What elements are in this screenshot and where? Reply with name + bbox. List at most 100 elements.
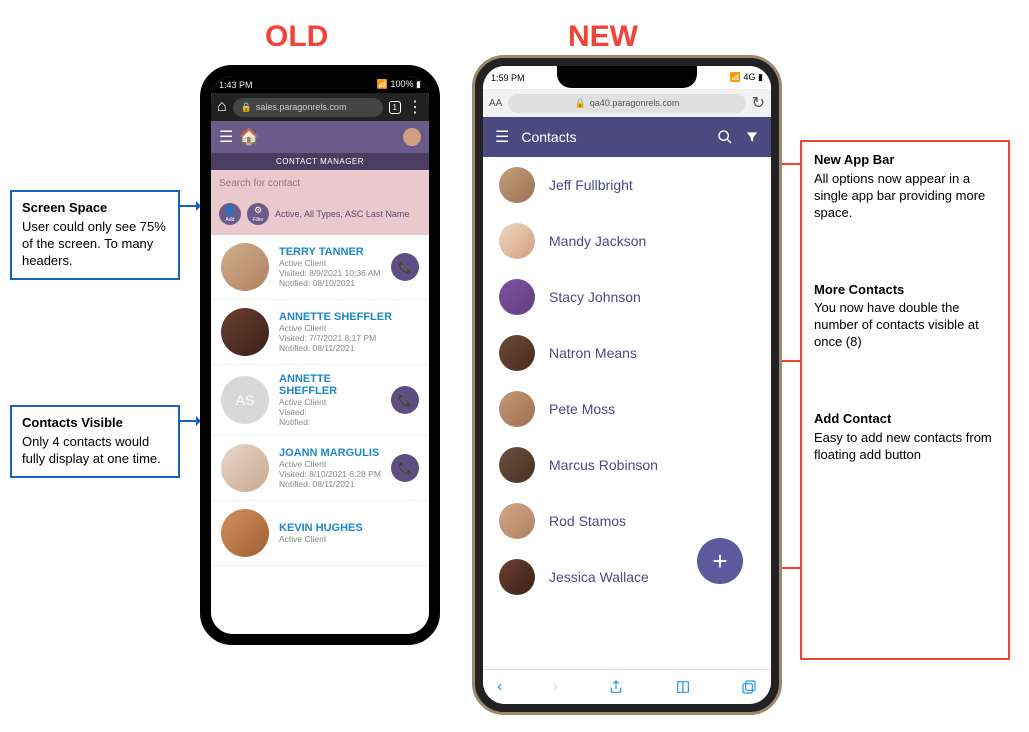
safari-toolbar: ‹ ›	[483, 669, 771, 704]
annotation-add-contact: Add Contact Easy to add new contacts fro…	[814, 411, 996, 464]
hamburger-icon[interactable]: ☰	[495, 127, 509, 147]
bookmarks-icon[interactable]	[675, 679, 691, 695]
phone-icon: 📞	[398, 393, 413, 407]
refresh-icon[interactable]: ↻	[752, 93, 765, 113]
avatar-icon	[499, 279, 535, 315]
text-size-button[interactable]: AA	[489, 98, 502, 109]
contact-row[interactable]: Marcus Robinson	[483, 437, 771, 493]
contact-name: Natron Means	[549, 345, 637, 361]
new-phone-screen: 1:59 PM 📶 4G ▮ AA 🔒 qa40.paragonrels.com…	[483, 66, 771, 704]
avatar-icon	[221, 308, 269, 356]
status-bar: 1:43 PM 📶 100% ▮	[211, 76, 429, 93]
contact-name: Jessica Wallace	[549, 569, 649, 585]
contact-row[interactable]: KEVIN HUGHES Active Client	[211, 501, 429, 566]
phone-icon: 📞	[398, 260, 413, 274]
back-icon[interactable]: ‹	[497, 678, 502, 696]
contact-status: Active Client	[279, 459, 381, 469]
contact-row[interactable]: Mandy Jackson	[483, 213, 771, 269]
contact-name: Stacy Johnson	[549, 289, 641, 305]
add-icon[interactable]: 👤Add	[219, 203, 241, 225]
filter-label: Filter	[252, 217, 263, 223]
filter-icon[interactable]	[745, 130, 759, 144]
call-button[interactable]: 📞	[391, 454, 419, 482]
annotation-title: Screen Space	[22, 200, 168, 217]
contact-name: Mandy Jackson	[549, 233, 646, 249]
status-time: 1:43 PM	[219, 80, 253, 90]
annotation-title: New App Bar	[814, 152, 996, 169]
home-browser-icon[interactable]: ⌂	[217, 98, 227, 116]
contact-visited: Visited: 8/10/2021 6:28 PM	[279, 469, 381, 479]
contact-row[interactable]: Natron Means	[483, 325, 771, 381]
heading-old: OLD	[265, 20, 328, 54]
contact-name: Marcus Robinson	[549, 457, 658, 473]
menu-dots-icon[interactable]: ⋮	[407, 97, 423, 117]
contact-row[interactable]: TERRY TANNER Active Client Visited: 8/9/…	[211, 235, 429, 300]
url-field[interactable]: 🔒 sales.paragonrels.com	[233, 98, 383, 117]
phone-icon: 📞	[398, 461, 413, 475]
url-text: qa40.paragonrels.com	[590, 98, 680, 108]
hamburger-icon[interactable]: ☰	[219, 127, 233, 147]
notch	[557, 66, 697, 88]
battery-icon: ▮	[758, 72, 763, 83]
contact-row[interactable]: ANNETTE SHEFFLER Active Client Visited: …	[211, 300, 429, 365]
signal-icon: 📶	[730, 72, 741, 83]
share-icon[interactable]	[608, 679, 624, 695]
old-phone-screen: 1:43 PM 📶 100% ▮ ⌂ 🔒 sales.paragonrels.c…	[211, 76, 429, 634]
appbar-title: Contacts	[521, 129, 705, 145]
signal-icon: 📶	[377, 79, 388, 90]
filter-bar: 👤Add ⚙Filter Active, All Types, ASC Last…	[211, 197, 429, 235]
contact-name: ANNETTE SHEFFLER	[279, 311, 419, 323]
call-button[interactable]: 📞	[391, 386, 419, 414]
tabs-icon[interactable]	[741, 679, 757, 695]
annotation-more-contacts: More Contacts You now have double the nu…	[814, 282, 996, 352]
call-button[interactable]: 📞	[391, 253, 419, 281]
heading-new: NEW	[568, 20, 638, 54]
page-title: CONTACT MANAGER	[211, 153, 429, 170]
lock-icon: 🔒	[241, 102, 252, 113]
contact-visited: Visited: 8/9/2021 10:36 AM	[279, 268, 381, 278]
new-app-bar: ☰ Contacts	[483, 117, 771, 157]
avatar-icon	[499, 559, 535, 595]
network-label: 4G	[744, 72, 756, 82]
home-icon[interactable]: 🏠	[239, 127, 259, 147]
contact-row[interactable]: Stacy Johnson	[483, 269, 771, 325]
lock-icon: 🔒	[575, 98, 586, 109]
status-time: 1:59 PM	[491, 73, 525, 83]
contact-row[interactable]: AS ANNETTE SHEFFLER Active Client Visite…	[211, 365, 429, 436]
contact-row[interactable]: Pete Moss	[483, 381, 771, 437]
search-input[interactable]: Search for contact	[211, 170, 429, 197]
avatar-icon	[221, 243, 269, 291]
contact-name: Rod Stamos	[549, 513, 626, 529]
contact-status: Active Client	[279, 323, 419, 333]
url-text: sales.paragonrels.com	[256, 102, 347, 112]
tabs-icon[interactable]: 1	[389, 101, 401, 114]
add-label: Add	[226, 217, 235, 223]
avatar-icon	[499, 447, 535, 483]
contact-row[interactable]: Jeff Fullbright	[483, 157, 771, 213]
contact-list: Jeff Fullbright Mandy Jackson Stacy John…	[483, 157, 771, 669]
contact-name: KEVIN HUGHES	[279, 522, 419, 534]
contact-notified: Notified: 08/11/2021	[279, 479, 381, 489]
contact-notified: Notified: 08/11/2021	[279, 343, 419, 353]
avatar-initials-icon: AS	[221, 376, 269, 424]
status-battery: 📶 100% ▮	[377, 79, 421, 90]
add-contact-fab[interactable]: +	[697, 538, 743, 584]
search-icon[interactable]	[717, 129, 733, 145]
url-field[interactable]: 🔒 qa40.paragonrels.com	[508, 94, 745, 113]
avatar-icon[interactable]	[403, 128, 421, 146]
annotation-app-bar: New App Bar All options now appear in a …	[814, 152, 996, 222]
browser-url-bar: AA 🔒 qa40.paragonrels.com ↻	[483, 89, 771, 117]
browser-url-bar: ⌂ 🔒 sales.paragonrels.com 1 ⋮	[211, 93, 429, 121]
annotation-right-panel: New App Bar All options now appear in a …	[800, 140, 1010, 660]
contact-name: ANNETTE SHEFFLER	[279, 373, 381, 397]
annotation-title: Contacts Visible	[22, 415, 168, 432]
contact-name: Pete Moss	[549, 401, 615, 417]
forward-icon[interactable]: ›	[553, 678, 558, 696]
avatar-icon	[499, 391, 535, 427]
annotation-body: Only 4 contacts would fully display at o…	[22, 434, 168, 468]
annotation-title: Add Contact	[814, 411, 996, 428]
filter-icon[interactable]: ⚙Filter	[247, 203, 269, 225]
contact-row[interactable]: JOANN MARGULIS Active Client Visited: 8/…	[211, 436, 429, 501]
contact-status: Active Client	[279, 397, 381, 407]
contact-notified: Notified: 08/10/2021	[279, 278, 381, 288]
